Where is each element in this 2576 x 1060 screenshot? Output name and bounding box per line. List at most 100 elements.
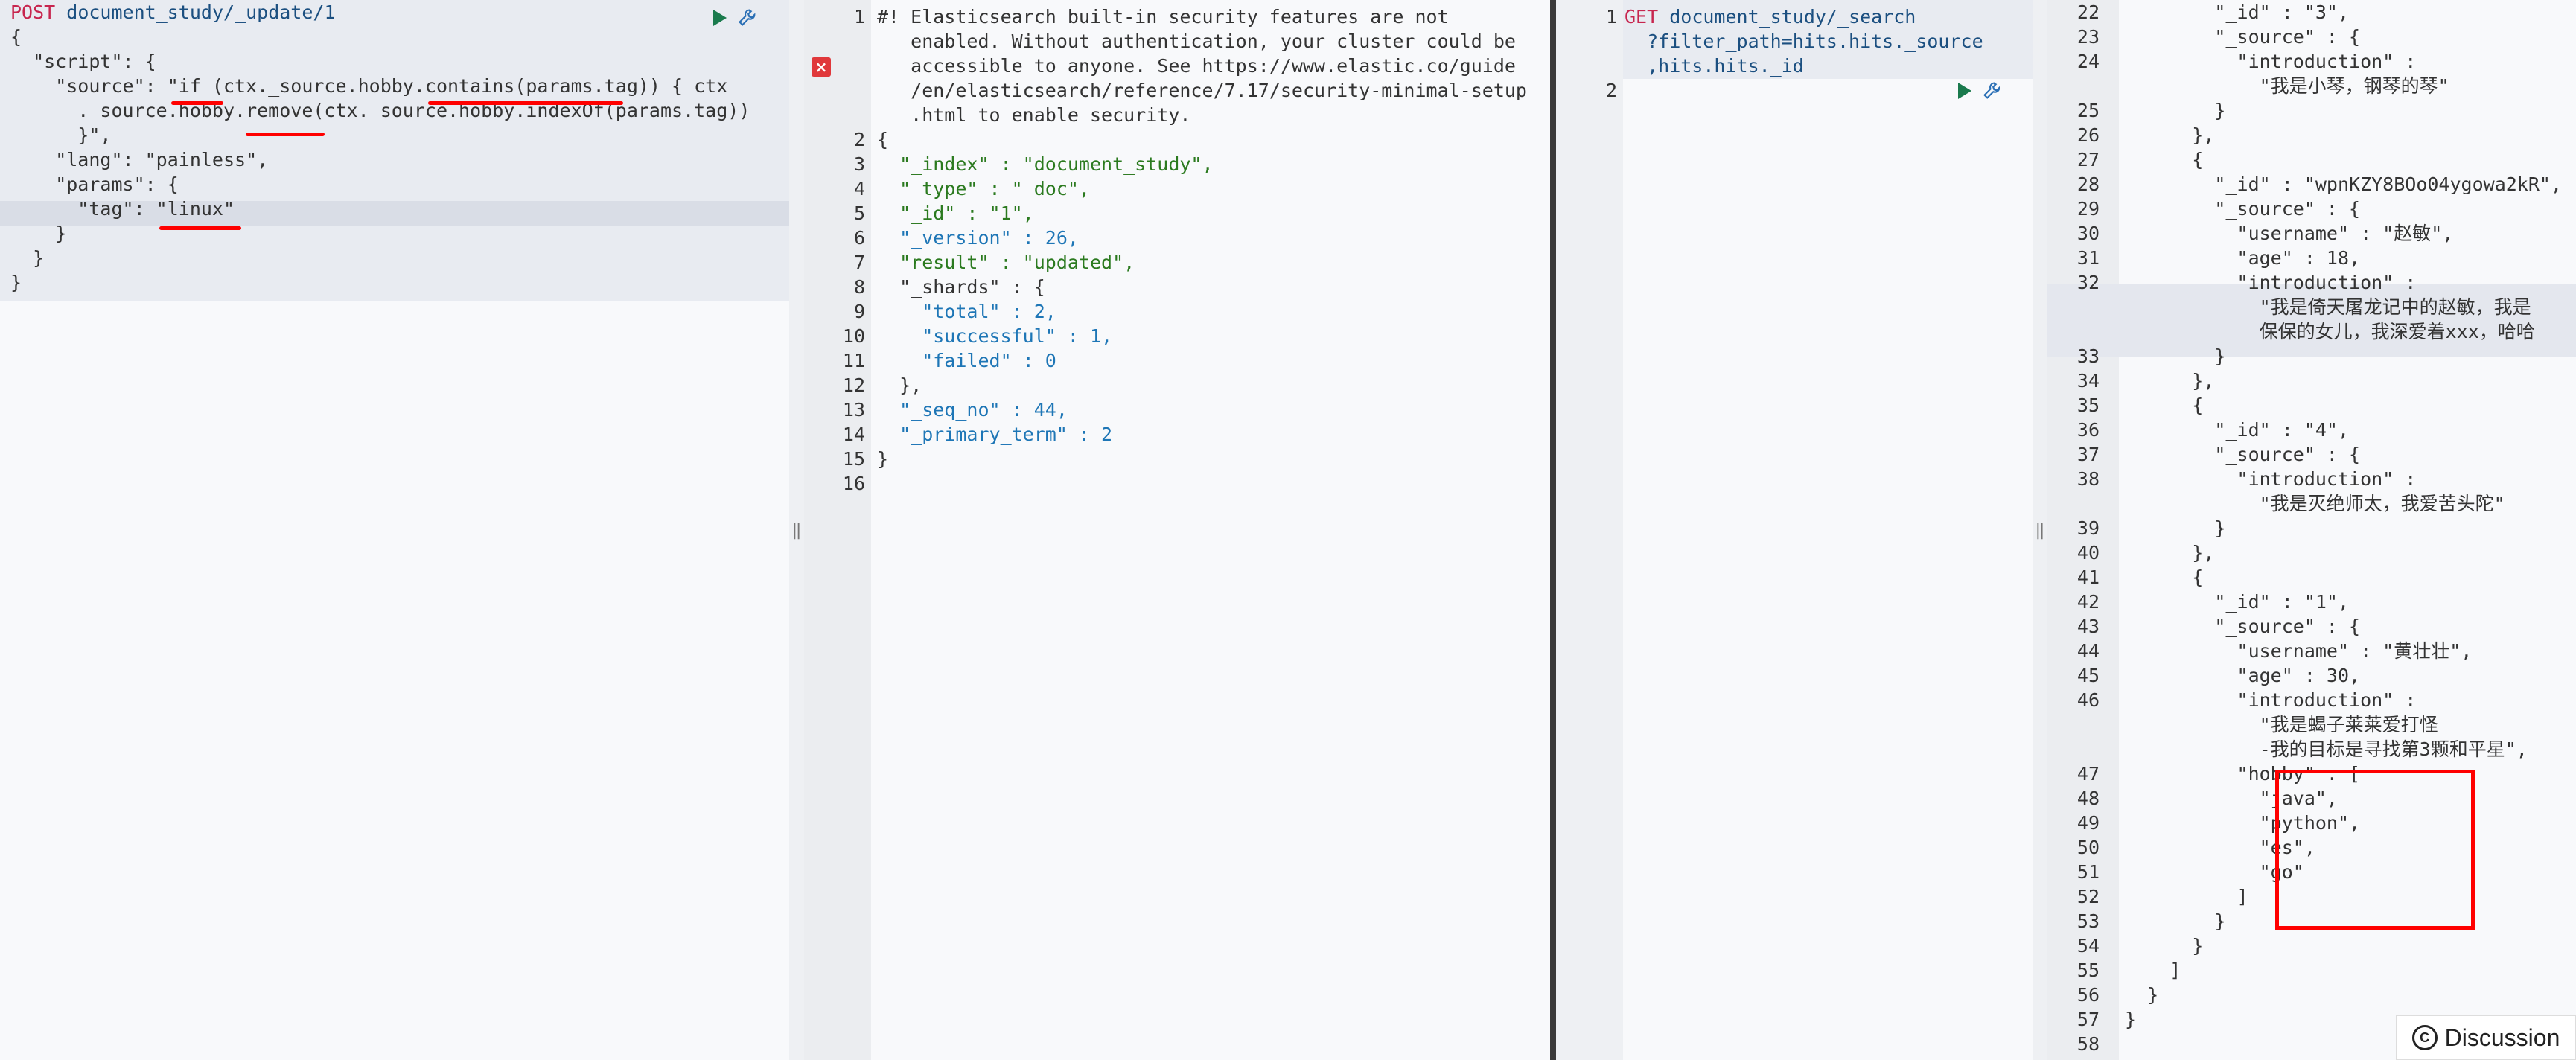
response-line: } [877, 448, 889, 470]
request-line[interactable]: "params": { [10, 172, 789, 197]
annotation-box-hobby [2275, 770, 2475, 930]
request-line[interactable]: } [10, 270, 789, 295]
resize-handle-icon[interactable]: ‖ [2034, 521, 2046, 540]
request-code[interactable]: GET document_study/_search ?filter_path=… [1625, 4, 2033, 78]
line-number [2047, 491, 2100, 516]
line-number: 12 [842, 374, 865, 396]
request-line[interactable]: ._source.hobby.remove(ctx._source.hobby.… [10, 98, 789, 123]
line-number: 5 [853, 202, 865, 224]
request-line[interactable]: "tag": "linux" [10, 197, 789, 221]
line-number: 11 [842, 350, 865, 371]
line-number: 30 [2076, 223, 2100, 244]
window-divider [1550, 0, 1556, 1060]
response-line: "_shards" : { [877, 276, 1045, 298]
wrench-icon[interactable] [737, 7, 758, 28]
request-endpoint: document_study/_search [1669, 6, 1916, 28]
response-line: "_id" : "3", [2125, 1, 2350, 23]
discussion-button[interactable]: C Discussion [2396, 1015, 2576, 1060]
line-number: 57 [2076, 1009, 2100, 1030]
pane-resize-bar[interactable]: ‖ [2033, 0, 2047, 1060]
response-line: { [877, 129, 889, 150]
response-line: "我是小琴，钢琴的琴" [2125, 75, 2449, 97]
response-line: "successful" : 1, [877, 325, 1113, 347]
request-line[interactable]: }", [10, 123, 789, 147]
line-number: 8 [853, 276, 865, 298]
response-gutter: 1 × 2 3 4 5 6 7 8 9 10 11 12 13 14 15 16 [804, 0, 871, 1060]
response-line: "_id" : "wpnKZY8BOo04ygowa2kR", [2125, 173, 2562, 195]
play-icon[interactable] [713, 10, 727, 26]
line-number: 2 [1605, 80, 1617, 101]
request-line[interactable]: "script": { [10, 49, 789, 74]
response-line: } [2125, 100, 2226, 121]
line-number: 46 [2076, 689, 2100, 711]
line-number: 51 [2076, 861, 2100, 883]
request-actions [1958, 80, 2003, 101]
response-viewer[interactable]: 1 × 2 3 4 5 6 7 8 9 10 11 12 13 14 15 16… [804, 0, 1550, 1060]
request-line[interactable]: } [10, 221, 789, 246]
left-console-window: POST document_study/_update/1 { "script"… [0, 0, 1550, 1060]
discussion-icon: C [2411, 1025, 2438, 1050]
response-line: #! Elasticsearch built-in security featu… [877, 6, 1449, 28]
response-line: "_id" : "4", [2125, 419, 2350, 441]
response-line: "_id" : "1", [877, 202, 1034, 224]
play-icon[interactable] [1958, 83, 1971, 99]
response-line: ] [2125, 960, 2181, 981]
request-line-method[interactable]: GET document_study/_search [1625, 4, 2033, 29]
line-number: 52 [2076, 886, 2100, 907]
line-number: 33 [2076, 345, 2100, 367]
line-number: 29 [2076, 198, 2100, 220]
line-number: 23 [2076, 26, 2100, 48]
request-line[interactable]: { [10, 25, 789, 49]
request-actions [713, 7, 758, 28]
response-line: "_source" : { [2125, 444, 2361, 465]
response-line: "introduction" : [2125, 51, 2417, 72]
annotation-underline-contains [428, 101, 623, 105]
response-line: "result" : "updated", [877, 252, 1135, 273]
request-endpoint: document_study/_update/1 [66, 1, 336, 23]
line-number: 53 [2076, 910, 2100, 932]
line-number: 55 [2076, 960, 2100, 981]
line-number: 22 [2076, 1, 2100, 23]
request-editor[interactable]: POST document_study/_update/1 { "script"… [0, 0, 789, 1060]
line-number: 45 [2076, 665, 2100, 686]
response-line: "age" : 30, [2125, 665, 2361, 686]
line-number: 42 [2076, 591, 2100, 613]
line-number: 9 [853, 301, 865, 322]
request-line[interactable]: ,hits.hits._id [1625, 54, 2033, 78]
response-line: "_seq_no" : 44, [877, 399, 1068, 421]
line-number: 16 [842, 473, 865, 494]
response-line: }, [2125, 370, 2215, 392]
request-editor[interactable]: 1 2 GET document_study/_search ?filter_p… [1556, 0, 2033, 1060]
request-line[interactable]: } [10, 246, 789, 270]
line-number: 1 [1605, 6, 1617, 28]
pane-resize-bar[interactable]: ‖ [789, 0, 804, 1060]
annotation-underline-remove [246, 132, 325, 136]
line-number: 49 [2076, 812, 2100, 834]
response-line: "username" : "赵敏", [2125, 223, 2454, 244]
http-method: GET [1625, 6, 1659, 28]
resize-handle-icon[interactable]: ‖ [791, 521, 803, 540]
line-number: 32 [2076, 272, 2100, 293]
response-line: } [2125, 517, 2226, 539]
response-line: { [2125, 566, 2204, 588]
response-viewer[interactable]: 22 23 24 25 26 27 28 29 30 31 32 33 34 35 36 37 38 39 40 41… [2047, 0, 2576, 1060]
line-number: 4 [853, 178, 865, 199]
request-line[interactable]: ?filter_path=hits.hits._source [1625, 29, 2033, 54]
response-line: { [2125, 149, 2204, 170]
response-line: "age" : 18, [2125, 247, 2361, 269]
response-line: "我是蝎子莱莱爱打怪 [2125, 714, 2438, 735]
line-number: 36 [2076, 419, 2100, 441]
request-line-method[interactable]: POST document_study/_update/1 [10, 0, 789, 25]
line-number: 58 [2076, 1033, 2100, 1055]
request-line[interactable]: "source": "if (ctx._source.hobby.contain… [10, 74, 789, 98]
line-number: 3 [853, 153, 865, 175]
response-line: "introduction" : [2125, 272, 2417, 293]
wrench-icon[interactable] [1982, 80, 2003, 101]
request-line[interactable]: "lang": "painless", [10, 147, 789, 172]
right-console-window: 1 2 GET document_study/_search ?filter_p… [1556, 0, 2576, 1060]
response-line: "username" : "黄壮壮", [2125, 640, 2473, 662]
request-code[interactable]: POST document_study/_update/1 { "script"… [10, 0, 789, 295]
response-line: "total" : 2, [877, 301, 1056, 322]
response-line: "_index" : "document_study", [877, 153, 1214, 175]
annotation-underline-linux [159, 226, 241, 230]
